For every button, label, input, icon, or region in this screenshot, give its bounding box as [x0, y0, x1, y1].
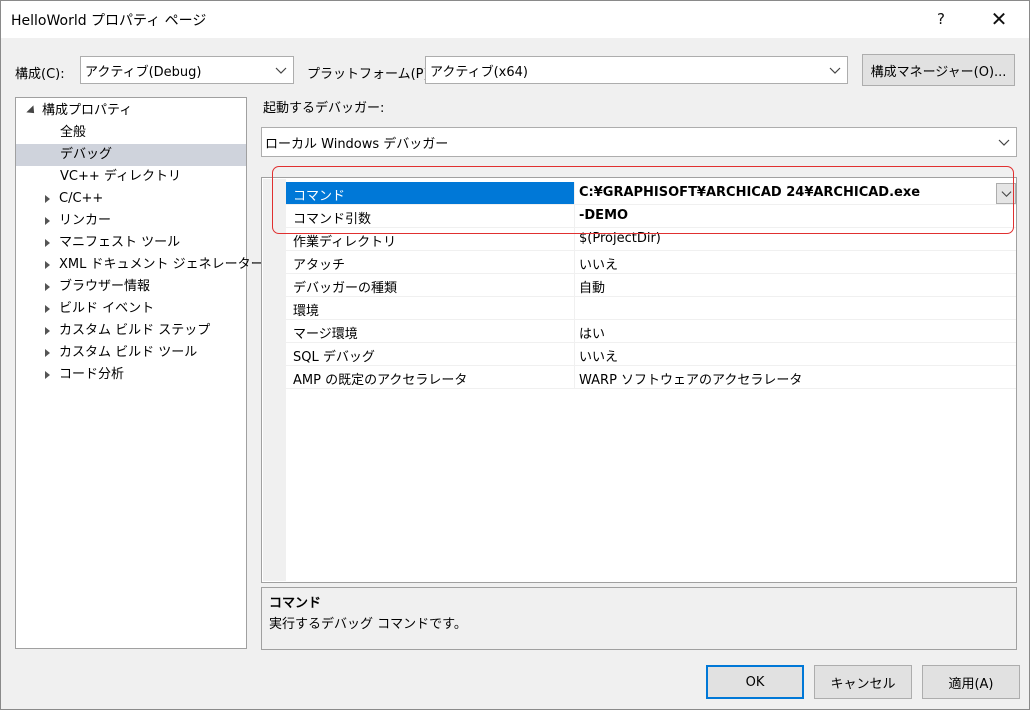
chevron-down-icon	[829, 67, 841, 74]
property-row[interactable]: デバッガーの種類 自動	[286, 274, 1016, 297]
close-button[interactable]: ✕	[976, 0, 1022, 38]
tree-root[interactable]: 構成プロパティ	[16, 100, 246, 122]
tree-item[interactable]: VC++ ディレクトリ	[16, 166, 246, 188]
property-row[interactable]: アタッチ いいえ	[286, 251, 1016, 274]
expand-arrow-icon[interactable]	[45, 261, 50, 269]
config-value: アクティブ(Debug)	[85, 64, 202, 80]
property-tree[interactable]: 構成プロパティ 全般デバッグ VC++ ディレクトリ C/C++ リンカーマニフェスト…	[15, 97, 264, 649]
grid-gutter	[263, 179, 286, 581]
debugger-value: ローカル Windows デバッガー	[265, 136, 449, 152]
platform-value: アクティブ(x64)	[430, 64, 528, 80]
close-icon: ✕	[990, 7, 1008, 31]
property-name: マージ環境	[293, 327, 358, 342]
tree-item-label: ビルド イベント	[59, 301, 155, 316]
tree-item-label: カスタム ビルド ステップ	[59, 323, 211, 338]
column-divider	[574, 274, 575, 296]
tree-item-label: マニフェスト ツール	[59, 235, 181, 250]
expand-arrow-icon[interactable]	[45, 349, 50, 357]
debugger-label: 起動するデバッガー:	[263, 101, 385, 116]
description-title: コマンド	[269, 596, 322, 611]
expand-arrow-icon[interactable]	[45, 239, 50, 247]
property-name: 環境	[293, 304, 320, 319]
property-name: AMP の既定のアクセラレータ	[293, 373, 468, 388]
property-value[interactable]: 自動	[579, 277, 605, 296]
debugger-dropdown[interactable]: ローカル Windows デバッガー	[261, 127, 1017, 157]
tree-item-label: 全般	[60, 125, 87, 140]
tree-item-label: VC++ ディレクトリ	[60, 169, 181, 184]
title-bar: HelloWorld プロパティ ページ ? ✕	[0, 0, 1030, 38]
tree-item[interactable]: コード分析	[16, 364, 246, 386]
config-manager-button[interactable]: 構成マネージャー(O)...	[862, 54, 1015, 86]
tree-item[interactable]: XML ドキュメント ジェネレーター	[16, 254, 264, 276]
expand-arrow-icon[interactable]	[45, 327, 50, 335]
expand-arrow-icon[interactable]	[45, 305, 50, 313]
tree-item-label: コード分析	[59, 367, 125, 382]
property-value[interactable]: いいえ	[579, 346, 618, 365]
description-text: 実行するデバッグ コマンドです。	[269, 617, 467, 632]
tree-item-label: カスタム ビルド ツール	[59, 345, 198, 360]
annotation-highlight-box	[272, 166, 1014, 234]
property-grid: コマンド C:¥GRAPHISOFT¥ARCHICAD 24¥ARCHICAD.e…	[261, 177, 1017, 583]
property-name: SQL デバッグ	[293, 350, 375, 365]
property-row[interactable]: マージ環境 はい	[286, 320, 1016, 343]
tree-item[interactable]: ブラウザー情報	[16, 276, 246, 298]
property-row[interactable]: AMP の既定のアクセラレータ WARP ソフトウェアのアクセラレータ	[286, 366, 1016, 389]
tree-item-label: ブラウザー情報	[59, 279, 151, 294]
apply-button[interactable]: 適用(A)	[922, 665, 1020, 699]
config-dropdown[interactable]: アクティブ(Debug)	[80, 56, 294, 84]
tree-item[interactable]: デバッグ	[16, 144, 246, 166]
config-label: 構成(C):	[15, 67, 65, 82]
tree-root-label: 構成プロパティ	[42, 103, 133, 118]
expand-arrow-icon[interactable]	[45, 283, 50, 291]
expanded-icon	[26, 105, 38, 117]
property-value[interactable]: はい	[579, 323, 605, 342]
expand-arrow-icon[interactable]	[45, 371, 50, 379]
platform-dropdown[interactable]: アクティブ(x64)	[425, 56, 848, 84]
cancel-button[interactable]: キャンセル	[814, 665, 912, 699]
property-value[interactable]: WARP ソフトウェアのアクセラレータ	[579, 369, 802, 388]
help-button[interactable]: ?	[918, 0, 964, 38]
column-divider	[574, 320, 575, 342]
property-name: アタッチ	[293, 258, 346, 273]
description-panel: コマンド 実行するデバッグ コマンドです。	[261, 587, 1017, 650]
tree-item-label: デバッグ	[60, 147, 113, 162]
column-divider	[574, 251, 575, 273]
platform-label: プラットフォーム(P):	[307, 67, 433, 82]
ok-button[interactable]: OK	[706, 665, 804, 699]
column-divider	[574, 297, 575, 319]
property-value[interactable]: いいえ	[579, 254, 618, 273]
tree-item[interactable]: C/C++	[16, 188, 246, 210]
expand-arrow-icon[interactable]	[45, 217, 50, 225]
property-row[interactable]: 環境	[286, 297, 1016, 320]
tree-item[interactable]: 全般	[16, 122, 246, 144]
column-divider	[574, 343, 575, 365]
tree-item-label: XML ドキュメント ジェネレーター	[59, 257, 264, 272]
tree-item-label: リンカー	[59, 213, 112, 228]
tree-item[interactable]: カスタム ビルド ステップ	[16, 320, 246, 342]
property-name: デバッガーの種類	[293, 281, 398, 296]
window-title: HelloWorld プロパティ ページ	[11, 13, 207, 29]
tree-item-label: C/C++	[59, 191, 104, 206]
column-divider	[574, 366, 575, 388]
tree-item[interactable]: カスタム ビルド ツール	[16, 342, 246, 364]
chevron-down-icon	[998, 139, 1010, 146]
tree-item[interactable]: マニフェスト ツール	[16, 232, 246, 254]
expand-arrow-icon[interactable]	[45, 195, 50, 203]
tree-item[interactable]: リンカー	[16, 210, 246, 232]
chevron-down-icon	[275, 67, 287, 74]
property-row[interactable]: SQL デバッグ いいえ	[286, 343, 1016, 366]
tree-item[interactable]: ビルド イベント	[16, 298, 246, 320]
